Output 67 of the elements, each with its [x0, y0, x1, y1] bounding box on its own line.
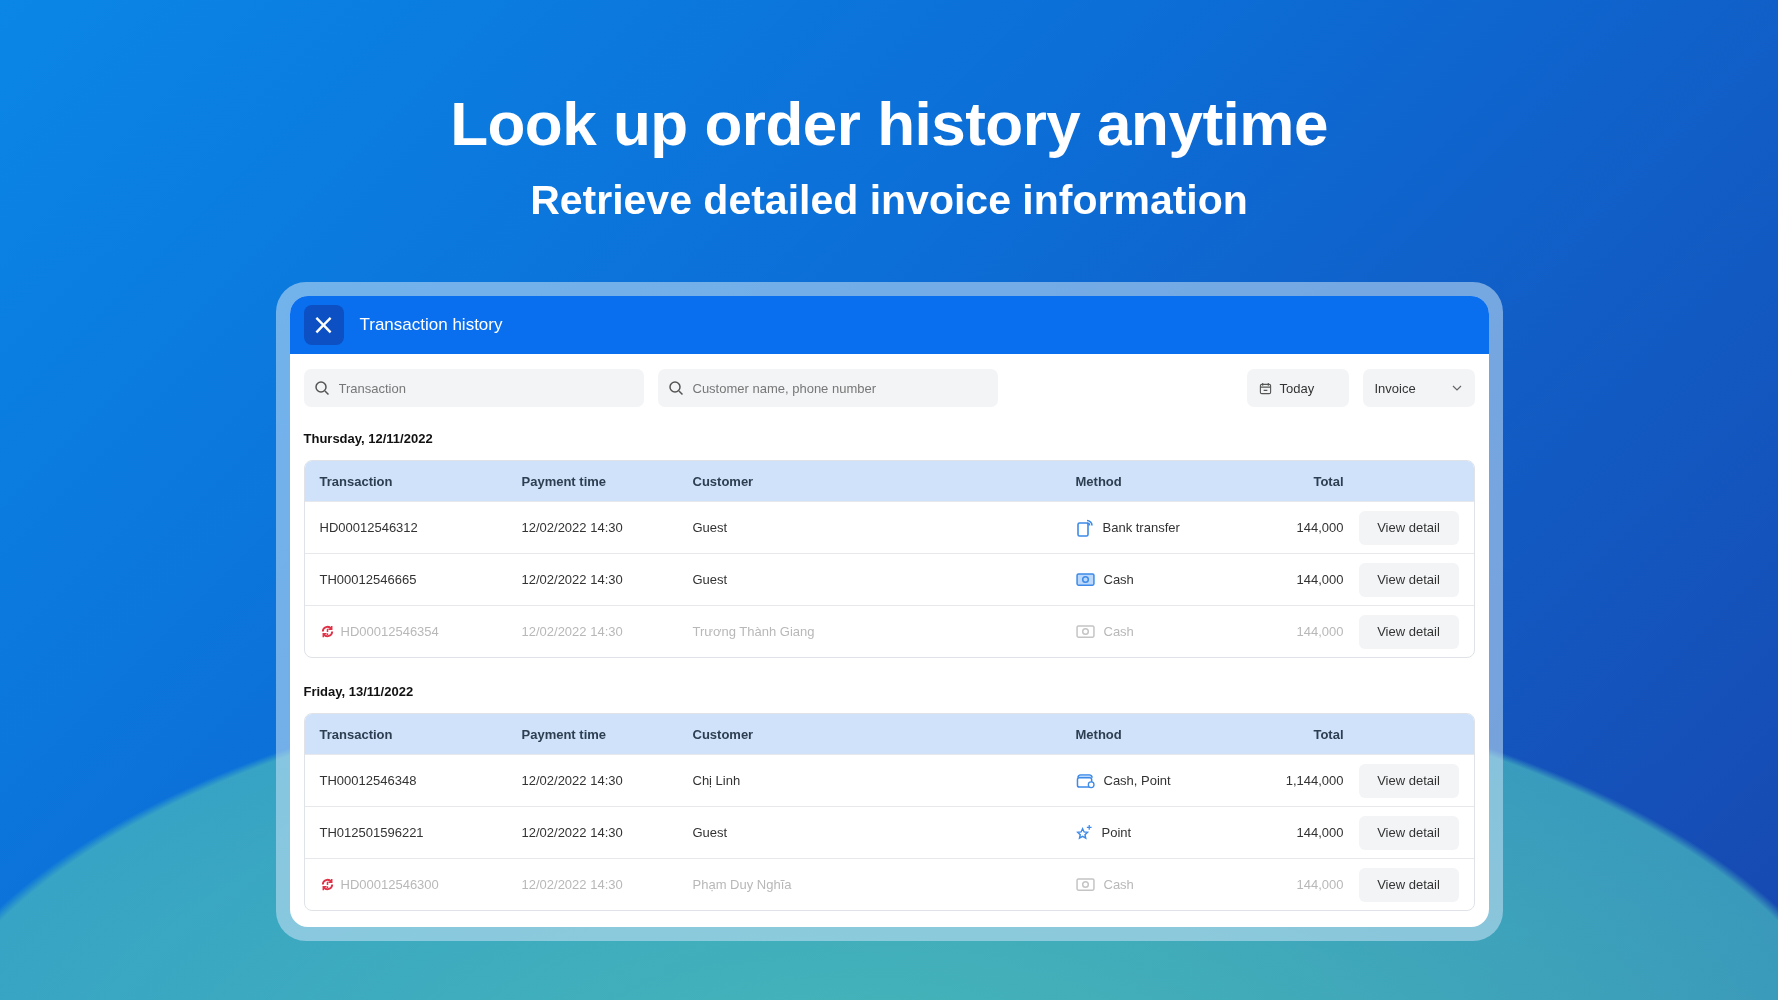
phone-transfer-icon — [1075, 518, 1094, 537]
table-cell: HD00012546354 — [340, 624, 439, 639]
table-cell-text: 144,000 — [1295, 825, 1344, 840]
column-header: Customer — [692, 473, 755, 489]
table-cell: Cash — [1103, 624, 1134, 639]
column-header: Customer — [692, 726, 755, 742]
customer-search-field[interactable]: Customer name, phone number — [657, 369, 998, 407]
view-detail-button[interactable]: View detail — [1358, 562, 1459, 597]
table-cell: TH00012546348 — [319, 773, 417, 788]
calendar-icon — [1258, 381, 1272, 395]
transaction-search-field[interactable]: Transaction — [303, 369, 644, 407]
table-cell-text: 12/02/2022 14:30 — [521, 825, 624, 840]
table-cell-text: 1,144,000 — [1284, 773, 1344, 788]
return-icon — [319, 877, 335, 892]
column-header: Total — [1312, 726, 1344, 742]
table-cell-text: 12/02/2022 14:30 — [521, 877, 624, 892]
banknote-icon — [1075, 624, 1095, 639]
table-cell: HD00012546312 — [319, 520, 418, 535]
table-cell: Bank transfer — [1102, 520, 1180, 535]
table-cell-text: Chị Linh — [692, 773, 742, 788]
banknote-icon — [1075, 877, 1095, 892]
column-header: Transaction — [319, 473, 394, 489]
date-heading: Thursday, 12/11/2022 — [303, 431, 434, 446]
type-dropdown[interactable]: Invoice — [1362, 369, 1475, 407]
wallet-icon — [1075, 772, 1095, 789]
table-cell-text: 144,000 — [1295, 520, 1344, 535]
search-icon — [313, 380, 330, 396]
table-cell-text: Guest — [692, 520, 729, 535]
view-detail-button[interactable]: View detail — [1358, 763, 1459, 798]
window-title: Transaction history — [359, 315, 503, 335]
column-header: Total — [1312, 473, 1344, 489]
table-cell-text: Trương Thành Giang — [692, 624, 816, 639]
table-cell-text: Phạm Duy Nghĩa — [692, 877, 793, 892]
table-cell-text: 12/02/2022 14:30 — [521, 520, 624, 535]
date-filter-button[interactable]: Today — [1246, 369, 1349, 407]
table-cell: Cash, Point — [1103, 773, 1171, 788]
banknote-icon — [1075, 572, 1095, 587]
star-sparkle-icon — [1075, 824, 1093, 841]
table-cell-text: 12/02/2022 14:30 — [521, 572, 624, 587]
date-heading: Friday, 13/11/2022 — [303, 684, 415, 699]
column-header: Method — [1075, 726, 1123, 742]
view-detail-button[interactable]: View detail — [1358, 510, 1459, 545]
table-cell-text: 144,000 — [1295, 624, 1344, 639]
table-cell-text: 12/02/2022 14:30 — [521, 773, 624, 788]
table-cell: Cash — [1103, 572, 1134, 587]
view-detail-button[interactable]: View detail — [1358, 867, 1459, 902]
table-cell: HD00012546300 — [340, 877, 439, 892]
table-cell: Point — [1101, 825, 1132, 840]
subheadline: Retrieve detailed invoice information — [530, 177, 1248, 224]
table-cell-text: 12/02/2022 14:30 — [521, 624, 624, 639]
table-cell-text: 144,000 — [1295, 877, 1344, 892]
view-detail-button[interactable]: View detail — [1358, 614, 1459, 649]
table-cell: TH012501596221 — [319, 825, 424, 840]
table-cell-text: Guest — [692, 825, 729, 840]
column-header: Payment time — [521, 473, 608, 489]
close-button[interactable]: × — [303, 305, 344, 345]
table-cell-text: 144,000 — [1295, 572, 1344, 587]
return-icon — [319, 624, 335, 639]
column-header: Method — [1075, 473, 1123, 489]
table-cell: TH00012546665 — [319, 572, 417, 587]
column-header: Payment time — [521, 726, 608, 742]
headline: Look up order history anytime — [450, 88, 1328, 159]
search-icon — [667, 380, 684, 396]
column-header: Transaction — [319, 726, 394, 742]
table-cell: Cash — [1103, 877, 1134, 892]
view-detail-button[interactable]: View detail — [1358, 815, 1459, 850]
table-cell-text: Guest — [692, 572, 729, 587]
